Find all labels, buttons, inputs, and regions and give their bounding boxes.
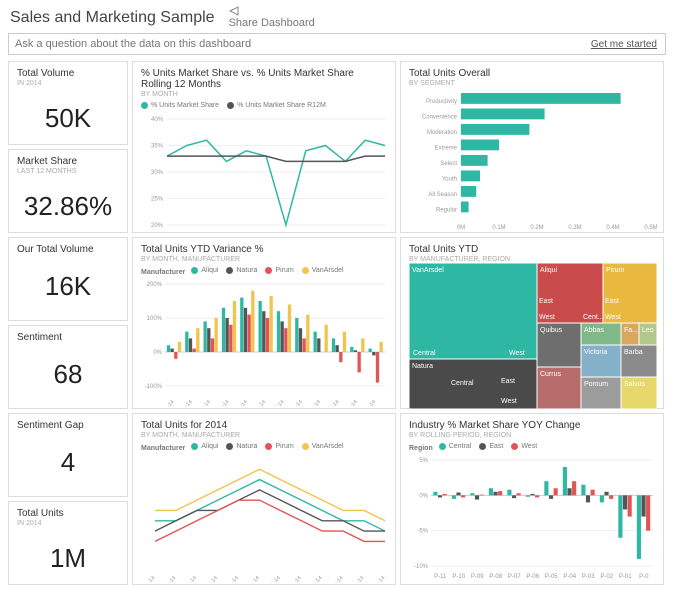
svg-text:Dec-14: Dec-14 xyxy=(370,575,387,582)
svg-text:0M: 0M xyxy=(457,225,465,231)
svg-text:May-14: May-14 xyxy=(232,399,249,406)
svg-text:P-08: P-08 xyxy=(489,574,502,580)
svg-text:200%: 200% xyxy=(147,282,163,288)
svg-text:Regular: Regular xyxy=(436,207,457,213)
svg-text:30%: 30% xyxy=(151,170,164,176)
svg-text:P-0: P-0 xyxy=(639,574,649,580)
svg-text:Dec-14: Dec-14 xyxy=(360,399,377,406)
svg-text:100%: 100% xyxy=(147,316,163,322)
svg-text:Moderation: Moderation xyxy=(427,130,457,136)
chart-total-units-2014-lines[interactable]: Total Units for 2014 BY MONTH, MANUFACTU… xyxy=(132,413,396,585)
legend: ManufacturerAliquiNaturaPirumVanArsdel xyxy=(141,443,387,452)
svg-text:-5%: -5% xyxy=(417,529,428,535)
kpi-total-units[interactable]: Total Units IN 2014 1M xyxy=(8,501,128,585)
svg-text:0.4M: 0.4M xyxy=(606,225,619,231)
svg-text:All Season: All Season xyxy=(428,192,457,198)
svg-text:Mar-14: Mar-14 xyxy=(196,399,213,406)
svg-text:Aug-14: Aug-14 xyxy=(286,575,303,582)
svg-text:Jan-14: Jan-14 xyxy=(141,575,156,582)
svg-text:Sep-14: Sep-14 xyxy=(307,575,324,582)
svg-text:Feb-14: Feb-14 xyxy=(177,399,194,406)
svg-text:0.1M: 0.1M xyxy=(492,225,505,231)
svg-text:0%: 0% xyxy=(153,350,162,356)
chart-total-units-ytd-treemap[interactable]: Total Units YTD BY MANUFACTURER, REGION … xyxy=(400,237,664,409)
svg-text:P-04: P-04 xyxy=(563,574,576,580)
svg-text:Nov-14: Nov-14 xyxy=(349,575,366,582)
svg-text:Jun-14: Jun-14 xyxy=(245,575,261,582)
svg-text:Select: Select xyxy=(440,161,457,167)
svg-text:-10%: -10% xyxy=(414,564,429,570)
svg-text:Feb-14: Feb-14 xyxy=(161,575,178,582)
svg-text:-100%: -100% xyxy=(145,384,163,390)
share-label: Share Dashboard xyxy=(229,17,315,29)
svg-text:5%: 5% xyxy=(419,458,428,464)
svg-text:Sep-14: Sep-14 xyxy=(305,399,322,406)
chart-market-share-line[interactable]: % Units Market Share vs. % Units Market … xyxy=(132,61,396,233)
svg-text:Youth: Youth xyxy=(442,176,457,182)
svg-text:May-14: May-14 xyxy=(223,575,240,582)
svg-text:0.3M: 0.3M xyxy=(568,225,581,231)
svg-text:P-05: P-05 xyxy=(545,574,558,580)
qna-input[interactable] xyxy=(9,34,583,54)
svg-text:Convenience: Convenience xyxy=(422,114,458,120)
svg-text:Jun-14: Jun-14 xyxy=(251,399,267,406)
svg-text:Apr-14: Apr-14 xyxy=(215,399,231,406)
svg-text:Apr-14: Apr-14 xyxy=(203,575,219,582)
kpi-market-share[interactable]: Market Share LAST 12 MONTHS 32.86% xyxy=(8,149,128,233)
kpi-total-volume[interactable]: Total Volume IN 2014 50K xyxy=(8,61,128,145)
svg-text:Jul-14: Jul-14 xyxy=(271,399,286,406)
svg-text:Nov-14: Nov-14 xyxy=(342,399,359,406)
kpi-sentiment-gap[interactable]: Sentiment Gap 4 xyxy=(8,413,128,497)
kpi-sentiment[interactable]: Sentiment 68 xyxy=(8,325,128,409)
chart-ytd-variance[interactable]: Total Units YTD Variance % BY MONTH, MAN… xyxy=(132,237,396,409)
legend: RegionCentralEastWest xyxy=(409,443,655,452)
svg-text:Mar-14: Mar-14 xyxy=(182,575,199,582)
svg-text:P-03: P-03 xyxy=(582,574,595,580)
svg-text:P-02: P-02 xyxy=(600,574,613,580)
svg-text:40%: 40% xyxy=(151,117,164,123)
share-dashboard-button[interactable]: Share Dashboard xyxy=(229,6,315,29)
svg-text:Productivity: Productivity xyxy=(426,99,457,105)
page-title: Sales and Marketing Sample xyxy=(10,9,215,27)
svg-text:0%: 0% xyxy=(419,493,428,499)
svg-text:P-06: P-06 xyxy=(526,574,539,580)
legend: ManufacturerAliquiNaturaPirumVanArsdel xyxy=(141,267,387,276)
svg-text:P-11: P-11 xyxy=(434,574,447,580)
svg-text:Oct-14: Oct-14 xyxy=(329,575,345,582)
svg-text:35%: 35% xyxy=(151,144,164,150)
svg-text:Extreme: Extreme xyxy=(435,145,458,151)
svg-text:Jul-14: Jul-14 xyxy=(267,575,282,582)
chart-total-units-overall[interactable]: Total Units Overall BY SEGMENT Productiv… xyxy=(400,61,664,233)
svg-text:0.2M: 0.2M xyxy=(530,225,543,231)
svg-text:20%: 20% xyxy=(151,223,164,229)
qna-bar: Get me started xyxy=(8,33,666,55)
legend: % Units Market Share% Units Market Share… xyxy=(141,102,387,111)
svg-text:P-07: P-07 xyxy=(508,574,521,580)
svg-text:Aug-14: Aug-14 xyxy=(287,399,304,406)
kpi-our-total-volume[interactable]: Our Total Volume 16K xyxy=(8,237,128,321)
svg-text:Oct-14: Oct-14 xyxy=(325,399,341,406)
get-me-started-link[interactable]: Get me started xyxy=(583,39,665,50)
svg-text:P-01: P-01 xyxy=(619,574,632,580)
svg-text:0.5M: 0.5M xyxy=(644,225,657,231)
svg-text:P-10: P-10 xyxy=(452,574,465,580)
chart-yoy-change[interactable]: Industry % Market Share YOY Change BY RO… xyxy=(400,413,664,585)
svg-text:Jan-14: Jan-14 xyxy=(159,399,175,406)
svg-text:25%: 25% xyxy=(151,197,164,203)
share-icon xyxy=(229,6,240,17)
svg-text:P-09: P-09 xyxy=(471,574,484,580)
